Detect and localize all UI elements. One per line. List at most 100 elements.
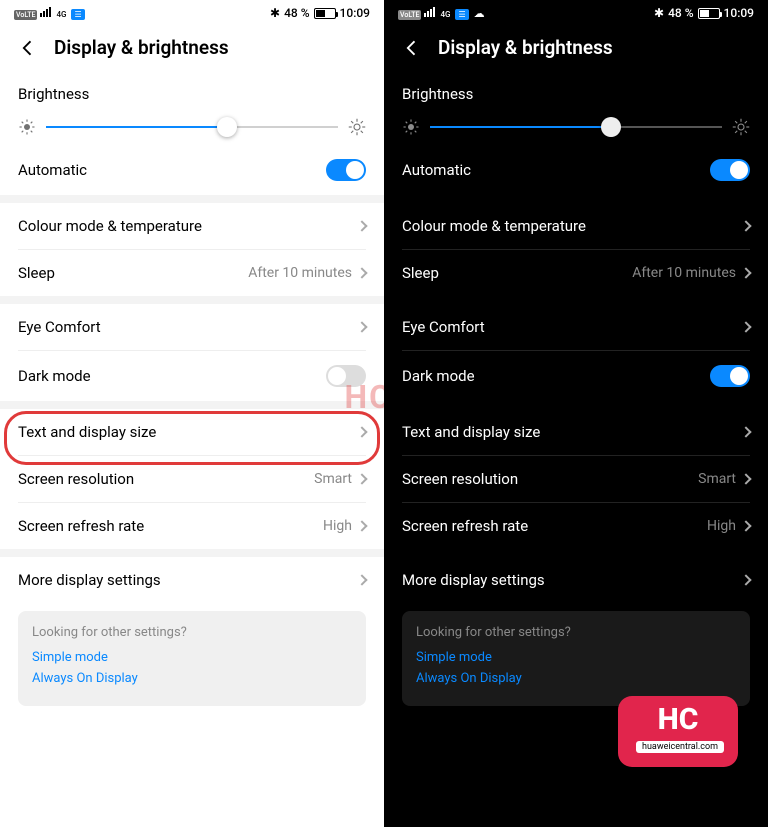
resolution-label: Screen resolution <box>402 470 518 488</box>
net-label: 4G <box>440 10 450 19</box>
battery-icon <box>698 8 720 19</box>
text-size-label: Text and display size <box>18 423 156 441</box>
chevron-right-icon <box>356 220 367 231</box>
colour-mode-row[interactable]: Colour mode & temperature <box>18 203 366 249</box>
brightness-row <box>402 113 750 145</box>
chevron-right-icon <box>356 321 367 332</box>
statusbar: VoLTE 4G ☰ ☁ ✱ 48 % 10:09 <box>384 0 768 22</box>
statusbar: VoLTE 4G ☰ ✱ 48 % 10:09 <box>0 0 384 22</box>
phone-light: VoLTE 4G ☰ ✱ 48 % 10:09 Display & bright… <box>0 0 384 827</box>
chevron-right-icon <box>356 520 367 531</box>
sun-high-icon <box>348 118 366 136</box>
refresh-label: Screen refresh rate <box>18 517 144 535</box>
back-icon[interactable] <box>402 38 422 58</box>
brightness-slider[interactable] <box>46 117 338 137</box>
resolution-value: Smart <box>698 471 736 487</box>
card-title: Looking for other settings? <box>416 625 736 640</box>
sleep-value: After 10 minutes <box>248 265 352 281</box>
brightness-section: Brightness Automatic <box>384 69 768 195</box>
text-size-row[interactable]: Text and display size <box>402 409 750 455</box>
sim-icon: ☰ <box>71 9 84 20</box>
cloud-icon: ☁ <box>474 7 485 20</box>
automatic-toggle[interactable] <box>710 159 750 181</box>
refresh-value: High <box>323 518 352 534</box>
status-left: VoLTE 4G ☰ <box>14 6 85 20</box>
automatic-row[interactable]: Automatic <box>402 145 750 195</box>
text-size-label: Text and display size <box>402 423 540 441</box>
brightness-section: Brightness Automatic <box>0 69 384 195</box>
eye-comfort-label: Eye Comfort <box>18 318 101 336</box>
eye-comfort-label: Eye Comfort <box>402 318 485 336</box>
sleep-label: Sleep <box>402 264 439 282</box>
time-text: 10:09 <box>724 6 754 20</box>
aod-link[interactable]: Always On Display <box>416 671 736 686</box>
refresh-label: Screen refresh rate <box>402 517 528 535</box>
simple-mode-link[interactable]: Simple mode <box>32 650 352 665</box>
sleep-row[interactable]: Sleep After 10 minutes <box>402 250 750 296</box>
brightness-slider[interactable] <box>430 117 722 137</box>
chevron-right-icon <box>356 473 367 484</box>
card-title: Looking for other settings? <box>32 625 352 640</box>
colour-mode-label: Colour mode & temperature <box>18 217 202 235</box>
bt-icon: ✱ <box>270 6 280 20</box>
resolution-label: Screen resolution <box>18 470 134 488</box>
sun-low-icon <box>402 118 420 136</box>
battery-icon <box>314 8 336 19</box>
status-left: VoLTE 4G ☰ ☁ <box>398 6 485 20</box>
chevron-right-icon <box>356 426 367 437</box>
sleep-row[interactable]: Sleep After 10 minutes <box>18 250 366 296</box>
dark-mode-row[interactable]: Dark mode <box>402 351 750 401</box>
simple-mode-link[interactable]: Simple mode <box>416 650 736 665</box>
resolution-row[interactable]: Screen resolution Smart <box>402 456 750 502</box>
chevron-right-icon <box>740 520 751 531</box>
aod-link[interactable]: Always On Display <box>32 671 352 686</box>
automatic-row[interactable]: Automatic <box>18 145 366 195</box>
dark-mode-label: Dark mode <box>18 367 91 385</box>
eye-comfort-row[interactable]: Eye Comfort <box>402 304 750 350</box>
colour-mode-row[interactable]: Colour mode & temperature <box>402 203 750 249</box>
dark-mode-toggle[interactable] <box>710 365 750 387</box>
chevron-right-icon <box>740 473 751 484</box>
signal-icon <box>40 7 51 17</box>
phone-dark: VoLTE 4G ☰ ☁ ✱ 48 % 10:09 Display & brig… <box>384 0 768 827</box>
more-settings-label: More display settings <box>402 571 545 589</box>
more-settings-row[interactable]: More display settings <box>18 557 366 603</box>
status-right: ✱ 48 % 10:09 <box>654 6 754 20</box>
volte-icon: VoLTE <box>398 10 421 20</box>
more-settings-label: More display settings <box>18 571 161 589</box>
header: Display & brightness <box>384 22 768 69</box>
refresh-row[interactable]: Screen refresh rate High <box>18 503 366 549</box>
dark-mode-row[interactable]: Dark mode <box>18 351 366 401</box>
back-icon[interactable] <box>18 38 38 58</box>
brightness-label: Brightness <box>402 69 750 113</box>
hc-badge-url: huaweicentral.com <box>636 741 724 753</box>
chevron-right-icon <box>740 267 751 278</box>
resolution-row[interactable]: Screen resolution Smart <box>18 456 366 502</box>
chevron-right-icon <box>740 574 751 585</box>
hc-badge-text: HC <box>636 706 720 735</box>
sleep-label: Sleep <box>18 264 55 282</box>
brightness-label: Brightness <box>18 69 366 113</box>
automatic-toggle[interactable] <box>326 159 366 181</box>
more-settings-row[interactable]: More display settings <box>402 557 750 603</box>
header: Display & brightness <box>0 22 384 69</box>
dark-mode-toggle[interactable] <box>326 365 366 387</box>
hc-badge: HC huaweicentral.com <box>618 696 738 768</box>
time-text: 10:09 <box>340 6 370 20</box>
dark-mode-label: Dark mode <box>402 367 475 385</box>
bt-icon: ✱ <box>654 6 664 20</box>
resolution-value: Smart <box>314 471 352 487</box>
text-size-row[interactable]: Text and display size <box>18 409 366 455</box>
chevron-right-icon <box>740 426 751 437</box>
refresh-row[interactable]: Screen refresh rate High <box>402 503 750 549</box>
eye-comfort-row[interactable]: Eye Comfort <box>18 304 366 350</box>
battery-text: 48 % <box>668 6 693 20</box>
status-right: ✱ 48 % 10:09 <box>270 6 370 20</box>
sim-icon: ☰ <box>455 9 468 20</box>
automatic-label: Automatic <box>18 161 87 179</box>
colour-mode-label: Colour mode & temperature <box>402 217 586 235</box>
page-title: Display & brightness <box>54 36 229 59</box>
sun-high-icon <box>732 118 750 136</box>
brightness-row <box>18 113 366 145</box>
page-title: Display & brightness <box>438 36 613 59</box>
